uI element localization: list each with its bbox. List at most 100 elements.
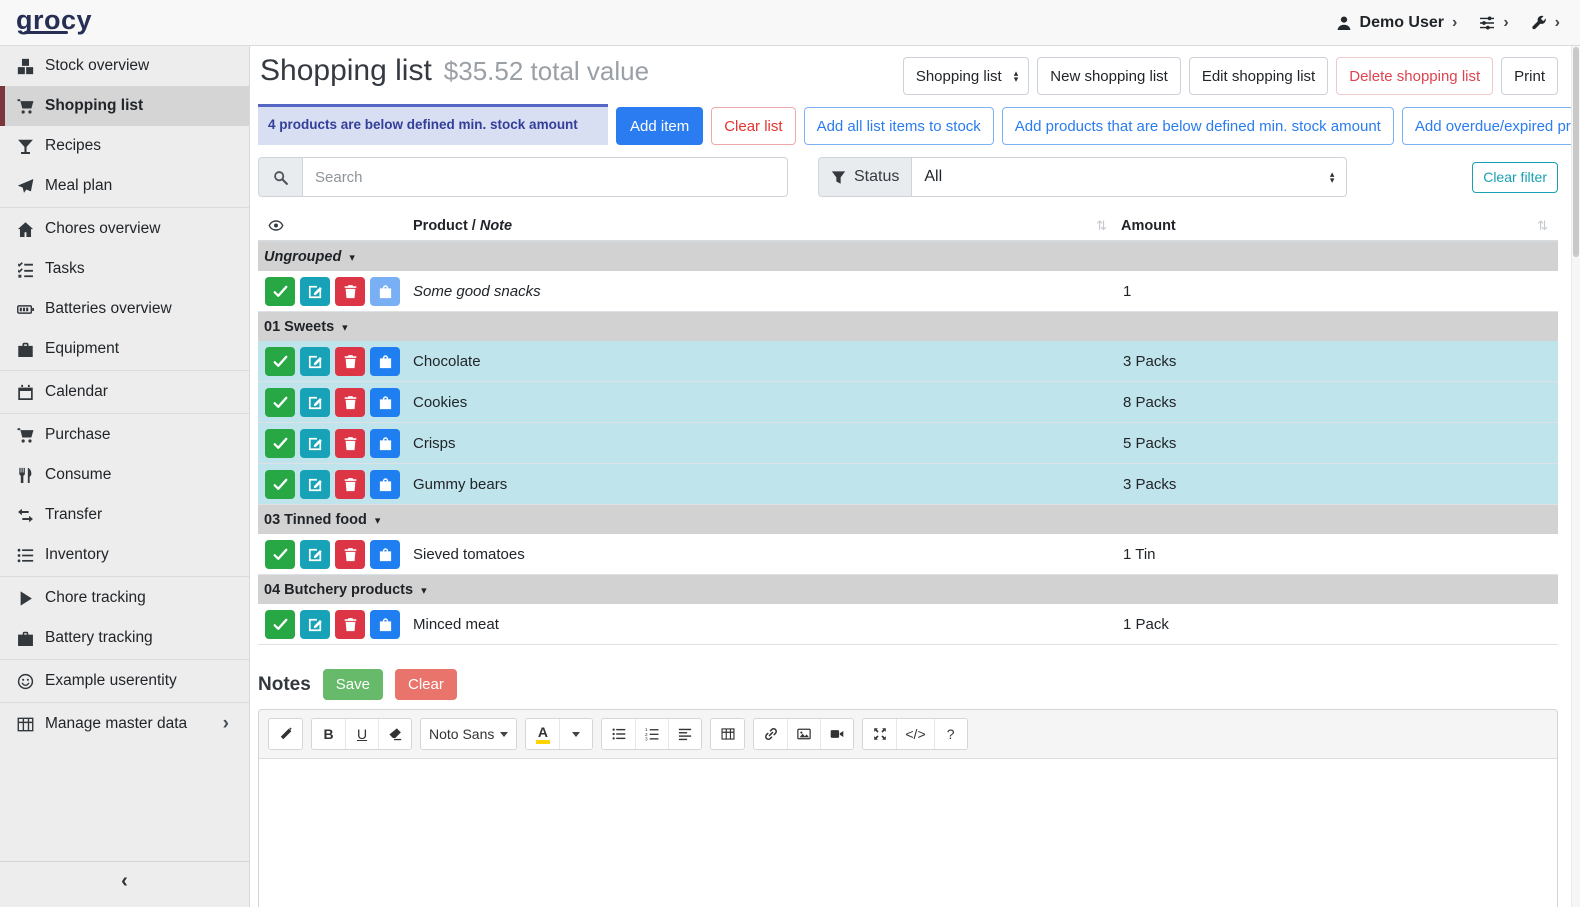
text-color-dropdown-button[interactable]	[559, 719, 592, 749]
status-filter-label: Status	[854, 168, 899, 186]
edit-item-button[interactable]	[300, 470, 330, 499]
sort-icon[interactable]: ⇅	[1096, 218, 1107, 234]
insert-table-button[interactable]	[711, 719, 744, 749]
sidebar-item-stock-overview[interactable]: Stock overview	[0, 46, 249, 86]
amount-column-header[interactable]: Amount ⇅	[1121, 218, 1558, 234]
sidebar-item-meal-plan[interactable]: Meal plan	[0, 166, 249, 206]
mark-done-button[interactable]	[265, 540, 295, 569]
ordered-list-button[interactable]	[635, 719, 668, 749]
edit-shopping-list-button[interactable]: Edit shopping list	[1189, 57, 1328, 95]
mark-done-button[interactable]	[265, 610, 295, 639]
sidebar-item-calendar[interactable]: Calendar	[0, 372, 249, 412]
edit-item-button[interactable]	[300, 277, 330, 306]
scrollbar-thumb[interactable]	[1573, 47, 1579, 257]
status-filter-select[interactable]: All	[911, 157, 1347, 197]
add-to-stock-button[interactable]	[370, 277, 400, 306]
notes-clear-button[interactable]: Clear	[395, 669, 457, 700]
sidebar-item-battery-tracking[interactable]: Battery tracking	[0, 618, 249, 658]
add-to-stock-button[interactable]	[370, 610, 400, 639]
scrollbar[interactable]	[1571, 46, 1580, 907]
mark-done-button[interactable]	[265, 277, 295, 306]
delete-item-button[interactable]	[335, 470, 365, 499]
edit-item-button[interactable]	[300, 347, 330, 376]
mark-done-button[interactable]	[265, 470, 295, 499]
add-to-stock-button[interactable]	[370, 347, 400, 376]
shopping-list-select[interactable]: Shopping list	[903, 57, 1029, 95]
notes-save-button[interactable]: Save	[323, 669, 383, 700]
clear-formatting-button[interactable]	[378, 719, 411, 749]
insert-video-button[interactable]	[820, 719, 853, 749]
edit-item-button[interactable]	[300, 540, 330, 569]
magic-style-button[interactable]	[269, 719, 302, 749]
new-shopping-list-button[interactable]: New shopping list	[1037, 57, 1181, 95]
clear-filter-button[interactable]: Clear filter	[1472, 162, 1558, 193]
shopping-list-row: Sieved tomatoes1 Tin	[258, 534, 1558, 575]
unordered-list-button[interactable]	[602, 719, 635, 749]
edit-item-button[interactable]	[300, 388, 330, 417]
add-all-to-stock-button[interactable]: Add all list items to stock	[804, 107, 994, 145]
mark-done-button[interactable]	[265, 347, 295, 376]
add-item-button[interactable]: Add item	[616, 107, 703, 145]
code-view-button[interactable]: </>	[896, 719, 933, 749]
sidebar-item-equipment[interactable]: Equipment	[0, 329, 249, 369]
settings-menu[interactable]: ›	[1479, 15, 1508, 31]
grocy-logo[interactable]: grocy	[14, 5, 98, 40]
print-button[interactable]: Print	[1501, 57, 1558, 95]
delete-item-button[interactable]	[335, 388, 365, 417]
image-icon	[797, 727, 811, 741]
search-input[interactable]	[302, 157, 788, 197]
sidebar-item-tasks[interactable]: Tasks	[0, 249, 249, 289]
mark-done-button[interactable]	[265, 429, 295, 458]
add-overdue-button[interactable]: Add overdue/expired products	[1402, 107, 1580, 145]
delete-item-button[interactable]	[335, 429, 365, 458]
paragraph-button[interactable]	[668, 719, 701, 749]
sidebar-item-manage-master-data[interactable]: Manage master data›	[0, 704, 249, 744]
delete-shopping-list-button[interactable]: Delete shopping list	[1336, 57, 1493, 95]
group-label: 04 Butchery products	[264, 582, 413, 598]
sidebar-item-shopping-list[interactable]: Shopping list	[0, 86, 249, 126]
sidebar-item-chores-overview[interactable]: Chores overview	[0, 209, 249, 249]
sidebar-item-transfer[interactable]: Transfer	[0, 495, 249, 535]
add-to-stock-button[interactable]	[370, 540, 400, 569]
sidebar-item-purchase[interactable]: Purchase	[0, 415, 249, 455]
font-family-button[interactable]: Noto Sans	[421, 719, 516, 749]
sidebar-item-batteries-overview[interactable]: Batteries overview	[0, 289, 249, 329]
add-below-min-stock-button[interactable]: Add products that are below defined min.…	[1002, 107, 1394, 145]
sidebar-item-chore-tracking[interactable]: Chore tracking	[0, 578, 249, 618]
add-to-stock-button[interactable]	[370, 388, 400, 417]
sidebar-item-recipes[interactable]: Recipes	[0, 126, 249, 166]
delete-item-button[interactable]	[335, 277, 365, 306]
add-to-stock-button[interactable]	[370, 470, 400, 499]
underline-button[interactable]: U	[345, 719, 378, 749]
clear-list-button[interactable]: Clear list	[711, 107, 795, 145]
insert-link-button[interactable]	[754, 719, 787, 749]
min-stock-alert[interactable]: 4 products are below defined min. stock …	[258, 104, 608, 145]
edit-item-button[interactable]	[300, 610, 330, 639]
sidebar-collapse-button[interactable]: ‹	[0, 861, 249, 899]
product-group-row[interactable]: 01 Sweets▾	[258, 312, 1558, 341]
insert-image-button[interactable]	[787, 719, 820, 749]
user-menu[interactable]: Demo User ›	[1336, 14, 1458, 32]
product-group-row[interactable]: Ungrouped▾	[258, 242, 1558, 271]
delete-item-button[interactable]	[335, 347, 365, 376]
sidebar-item-consume[interactable]: Consume	[0, 455, 249, 495]
product-group-row[interactable]: 03 Tinned food▾	[258, 505, 1558, 534]
fullscreen-button[interactable]	[863, 719, 896, 749]
mark-done-button[interactable]	[265, 388, 295, 417]
help-button[interactable]: ?	[934, 719, 967, 749]
bold-button[interactable]: B	[312, 719, 345, 749]
product-column-header[interactable]: Product /Note ⇅	[413, 218, 1121, 234]
text-color-button[interactable]: A	[526, 719, 559, 749]
toggle-visibility-header[interactable]	[258, 218, 413, 233]
sort-icon[interactable]: ⇅	[1537, 218, 1548, 234]
editor-text-area[interactable]	[259, 759, 1557, 907]
delete-item-button[interactable]	[335, 540, 365, 569]
edit-item-button[interactable]	[300, 429, 330, 458]
product-group-row[interactable]: 04 Butchery products▾	[258, 575, 1558, 604]
sidebar-item-example-userentity[interactable]: Example userentity	[0, 661, 249, 701]
add-to-stock-button[interactable]	[370, 429, 400, 458]
admin-menu[interactable]: ›	[1531, 15, 1560, 31]
eraser-icon	[388, 727, 402, 741]
sidebar-item-inventory[interactable]: Inventory	[0, 535, 249, 575]
delete-item-button[interactable]	[335, 610, 365, 639]
